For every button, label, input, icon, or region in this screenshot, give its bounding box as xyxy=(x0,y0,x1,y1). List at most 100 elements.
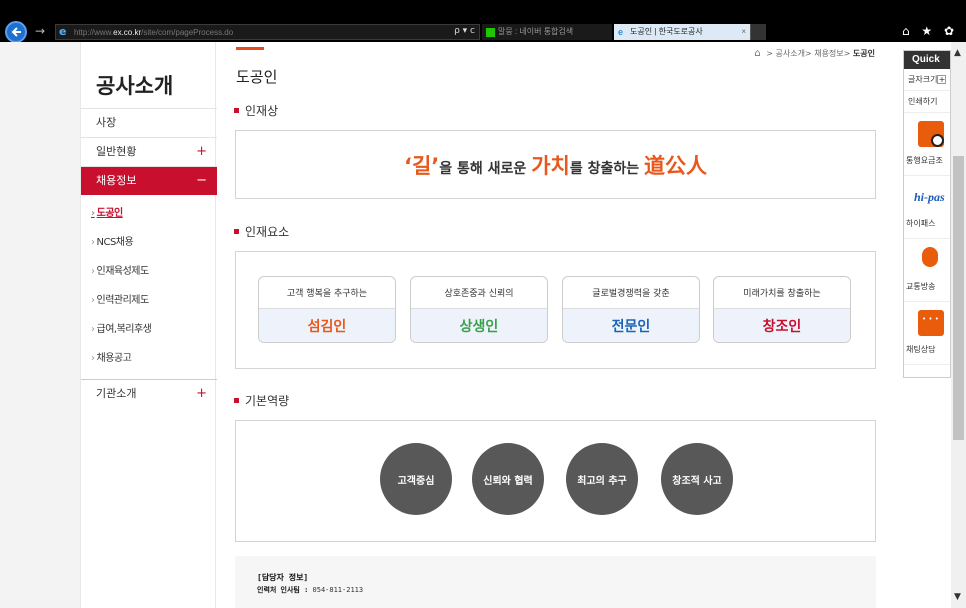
submenu-item-notice[interactable]: › 채용공고 xyxy=(81,344,217,373)
section-title-talent: 인재상 xyxy=(234,102,278,119)
close-tab-icon[interactable]: × xyxy=(741,24,746,40)
contact-info: [담당자 정보] 인력처 인사팀 : 054-811-2113 xyxy=(235,556,876,608)
quick-item-label: 교통방송 xyxy=(906,282,936,291)
sidebar: 공사소개 사장 일반현황 + 채용정보 − › 도공인 › NCS채용 › 인재육성제… xyxy=(80,42,217,608)
contact-line: 인력처 인사팀 : 054-811-2113 xyxy=(257,585,876,595)
breadcrumb-sep: > xyxy=(804,49,815,58)
submenu-label: 채용공고 xyxy=(96,353,132,364)
forward-arrow-icon[interactable]: → xyxy=(35,24,49,38)
section-title-competency: 기본역량 xyxy=(234,392,289,409)
card-name: 창조인 xyxy=(714,309,850,342)
tab-dogongin[interactable]: e 도공인 | 한국도로공사 × xyxy=(614,24,764,40)
page: 공사소개 사장 일반현황 + 채용정보 − › 도공인 › NCS채용 › 인재육성제… xyxy=(0,42,966,608)
competency-circle: 신뢰와 협력 xyxy=(472,443,544,515)
tab-label: 도공인 | 한국도로공사 xyxy=(630,27,703,36)
submenu-item-ncs[interactable]: › NCS채용 xyxy=(81,228,217,257)
back-arrow-icon xyxy=(11,27,21,37)
bullet-icon: › xyxy=(91,208,95,219)
sidebar-title: 공사소개 xyxy=(96,74,174,98)
scrollbar-thumb[interactable] xyxy=(953,156,964,440)
tab-label: 말뭉 : 네이버 통합검색 xyxy=(498,27,574,36)
slogan-text: 를 창출하는 xyxy=(569,160,644,177)
competency-box: 고객중심 신뢰와 협력 최고의 추구 창조적 사고 xyxy=(235,420,876,542)
quick-item-traffic[interactable]: 교통방송 xyxy=(904,239,950,302)
font-size-control: 글자크기+ xyxy=(904,69,950,91)
card-desc: 미래가치를 창출하는 xyxy=(714,277,850,309)
section-title-text: 인재요소 xyxy=(245,225,290,239)
sidebar-item-recruit[interactable]: 채용정보 − xyxy=(81,166,217,195)
scroll-down-icon[interactable]: ▼ xyxy=(954,592,961,602)
section-title-text: 기본역량 xyxy=(245,394,290,408)
title-accent-bar xyxy=(236,47,264,50)
sidebar-item-label: 채용정보 xyxy=(96,174,137,187)
font-size-label: 글자크기 xyxy=(908,75,938,84)
naver-favicon-icon xyxy=(486,28,495,37)
bullet-icon: › xyxy=(91,237,95,248)
font-size-plus-button[interactable]: + xyxy=(937,75,947,84)
breadcrumb: ⌂ > 공사소개> 채용정보> 도공인 xyxy=(754,48,875,59)
slogan-text: 을 통해 새로운 xyxy=(439,160,532,177)
main-content: ⌂ > 공사소개> 채용정보> 도공인 도공인 인재상 ‘길’을 통해 새로운 … xyxy=(216,42,901,608)
search-refresh-icons[interactable]: ρ ▾ c xyxy=(454,26,475,36)
quick-item-toll[interactable]: 통행요금조 xyxy=(904,113,950,176)
back-button[interactable] xyxy=(5,21,27,43)
sidebar-item-label: 기관소개 xyxy=(96,387,137,400)
print-button[interactable]: 인쇄하기 xyxy=(904,91,950,113)
element-card: 글로벌경쟁력을 갖춘 전문인 xyxy=(562,276,700,343)
slogan-highlight: 가치 xyxy=(531,153,570,178)
bullet-icon: › xyxy=(91,295,95,306)
sidebar-item-org[interactable]: 기관소개 + xyxy=(81,379,217,408)
submenu-item-dogongin[interactable]: › 도공인 xyxy=(81,199,217,228)
elements-box: 고객 행복을 추구하는 섬김인 상호존중과 신뢰의 상생인 글로벌경쟁력을 갖춘… xyxy=(235,251,876,369)
breadcrumb-sep: > xyxy=(843,49,853,58)
slogan-box: ‘길’을 통해 새로운 가치를 창출하는 道公人 xyxy=(235,130,876,199)
tab-naver-search[interactable]: 말뭉 : 네이버 통합검색 xyxy=(482,24,612,40)
quick-item-hipass[interactable]: hi-pas 하이패스 xyxy=(904,176,950,239)
submenu-label: 인력관리제도 xyxy=(96,295,150,306)
competency-circle: 창조적 사고 xyxy=(661,443,733,515)
slogan: ‘길’을 통해 새로운 가치를 창출하는 道公人 xyxy=(404,150,707,180)
home-icon[interactable]: ⌂ xyxy=(754,48,760,59)
contact-phone: 054-811-2113 xyxy=(312,586,364,594)
vertical-scrollbar[interactable]: ▲ ▼ xyxy=(951,42,966,608)
slogan-highlight: ‘길’ xyxy=(404,153,440,178)
card-name: 상생인 xyxy=(411,309,547,342)
submenu-item-hr[interactable]: › 인력관리제도 xyxy=(81,286,217,315)
page-title: 도공인 xyxy=(236,68,278,86)
sidebar-item-label: 사장 xyxy=(96,116,117,129)
browser-chrome: → e http://www.ex.co.kr/site/com/pagePro… xyxy=(0,0,966,43)
breadcrumb-item[interactable]: 채용정보 xyxy=(814,49,843,58)
competency-circle: 고객중심 xyxy=(380,443,452,515)
left-margin xyxy=(0,42,80,608)
submenu-label: 인재육성제도 xyxy=(96,266,150,277)
home-favorites-settings-icons[interactable]: ⌂ ★ ✿ xyxy=(902,24,958,38)
ie-favicon-icon: e xyxy=(618,27,624,37)
collapse-minus-icon[interactable]: − xyxy=(196,167,207,195)
expand-plus-icon[interactable]: + xyxy=(196,380,207,408)
quick-item-chat[interactable]: 채팅상담 xyxy=(904,302,950,365)
sidebar-item-label: 일반현황 xyxy=(96,145,137,158)
scroll-up-icon[interactable]: ▲ xyxy=(954,48,961,58)
quick-menu: Quick 글자크기+ 인쇄하기 통행요금조 hi-pas 하이패스 교통방송 … xyxy=(903,50,951,378)
sidebar-menu: 사장 일반현황 + 채용정보 − › 도공인 › NCS채용 › 인재육성제도 › 인력… xyxy=(81,108,217,408)
breadcrumb-item[interactable]: 공사소개 xyxy=(776,49,805,58)
bullet-icon: › xyxy=(91,266,95,277)
sidebar-submenu: › 도공인 › NCS채용 › 인재육성제도 › 인력관리제도 › 급여,복리후생 › 채용… xyxy=(81,195,217,379)
section-title-elements: 인재요소 xyxy=(234,223,289,240)
address-url: http://www.ex.co.kr/site/com/pageProcess… xyxy=(74,27,234,37)
contact-title: [담당자 정보] xyxy=(257,573,309,582)
sidebar-item-general[interactable]: 일반현황 + xyxy=(81,137,217,166)
calculator-icon xyxy=(918,121,944,147)
quick-item-label: 통행요금조 xyxy=(906,156,943,165)
section-bullet-icon xyxy=(234,398,239,403)
competency-circle: 최고의 추구 xyxy=(566,443,638,515)
new-tab-button[interactable] xyxy=(750,24,766,40)
address-bar[interactable]: e http://www.ex.co.kr/site/com/pageProce… xyxy=(55,24,480,40)
submenu-label: 도공인 xyxy=(96,208,124,219)
sidebar-item-ceo[interactable]: 사장 xyxy=(81,108,217,137)
element-card: 고객 행복을 추구하는 섬김인 xyxy=(258,276,396,343)
card-desc: 고객 행복을 추구하는 xyxy=(259,277,395,309)
submenu-item-welfare[interactable]: › 급여,복리후생 xyxy=(81,315,217,344)
expand-plus-icon[interactable]: + xyxy=(196,138,207,166)
submenu-item-training[interactable]: › 인재육성제도 xyxy=(81,257,217,286)
